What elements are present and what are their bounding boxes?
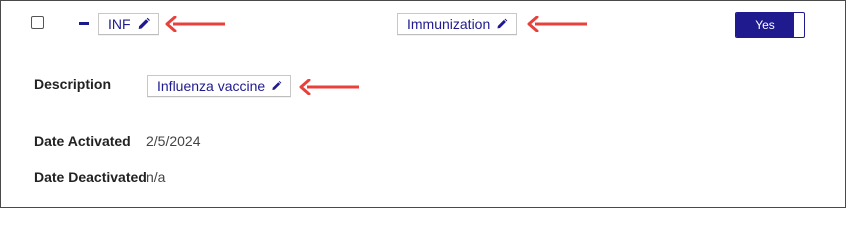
description-edit-field[interactable]: Influenza vaccine bbox=[147, 75, 291, 97]
active-toggle[interactable]: Yes bbox=[735, 12, 805, 38]
type-value: Immunization bbox=[407, 16, 491, 32]
type-edit-field[interactable]: Immunization bbox=[397, 13, 517, 35]
pencil-icon[interactable] bbox=[496, 17, 508, 31]
date-activated-label: Date Activated bbox=[34, 133, 131, 149]
annotation-arrow-icon bbox=[527, 16, 587, 32]
annotation-arrow-icon bbox=[299, 79, 359, 95]
toggle-label: Yes bbox=[736, 13, 794, 37]
date-deactivated-value: n/a bbox=[146, 169, 166, 185]
date-activated-value: 2/5/2024 bbox=[146, 133, 201, 149]
description-label: Description bbox=[34, 76, 112, 92]
annotation-arrow-icon bbox=[165, 16, 225, 32]
code-edit-field[interactable]: INF bbox=[98, 13, 159, 35]
pencil-icon[interactable] bbox=[271, 79, 282, 93]
row-select-checkbox[interactable] bbox=[31, 16, 44, 29]
date-deactivated-label: Date Deactivated bbox=[34, 169, 147, 185]
collapse-icon[interactable] bbox=[79, 22, 89, 25]
code-value: INF bbox=[108, 16, 131, 32]
pencil-icon[interactable] bbox=[137, 17, 150, 31]
record-panel: INF Immunization Yes Description Influen… bbox=[0, 0, 846, 208]
description-value: Influenza vaccine bbox=[157, 78, 266, 94]
